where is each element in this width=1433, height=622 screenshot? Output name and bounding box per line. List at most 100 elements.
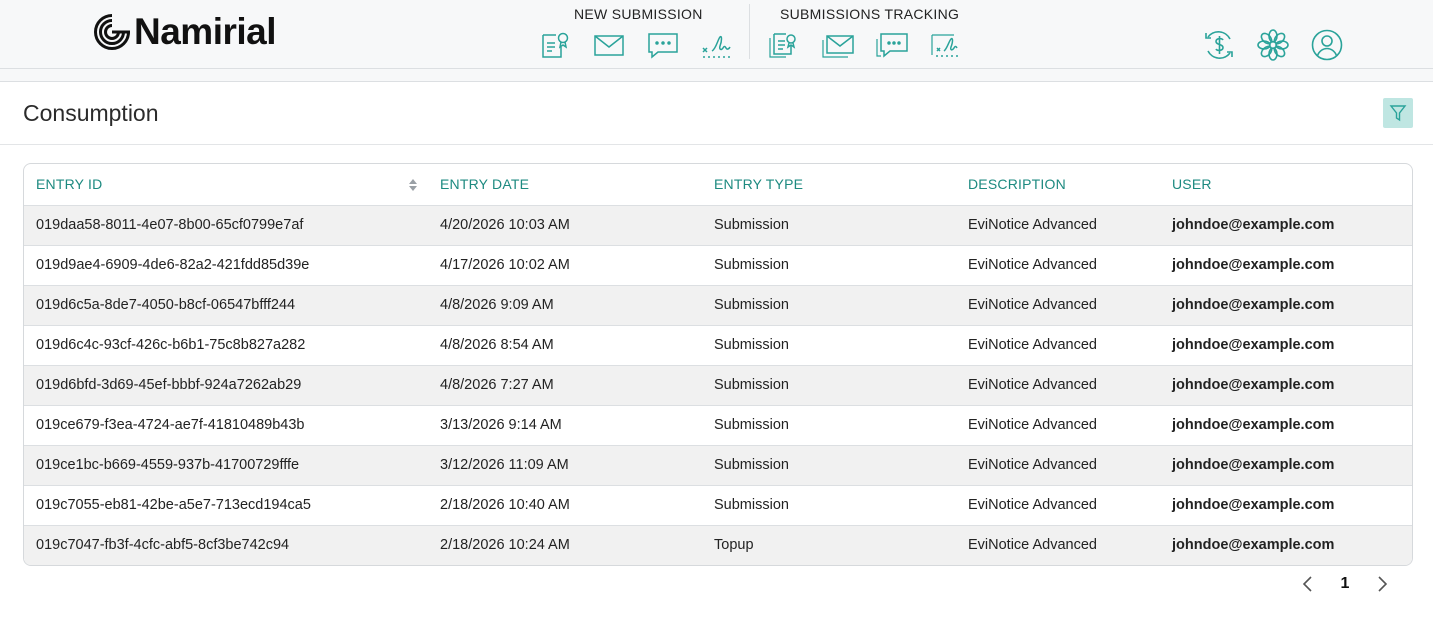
pagination: 1 [1296,572,1394,596]
cell-user: johndoe@example.com [1172,217,1335,233]
cell-description: EviNotice Advanced [968,297,1097,313]
column-header-entry-type[interactable]: ENTRY TYPE [702,164,956,205]
cell-entry-id: 019d6bfd-3d69-45ef-bbbf-924a7262ab29 [36,377,302,393]
cell-entry-id: 019c7047-fb3f-4cfc-abf5-8cf3be742c94 [36,537,290,554]
sms-chat-icon [648,33,678,59]
signature-tracking-icon [931,34,960,57]
billing-dollar-icon [1205,31,1233,59]
new-signature-submission-button[interactable] [700,28,734,62]
column-header-entry-id[interactable]: ENTRY ID [24,164,428,205]
cell-entry-type: Topup [714,537,754,554]
cell-description: EviNotice Advanced [968,337,1097,353]
chevron-left-icon [1302,576,1312,592]
top-navigation-bar: Namirial NEW SUBMISSION SUBMISSIONS TRAC… [0,0,1433,69]
cell-entry-type: Submission [714,217,789,233]
track-sms-submissions-button[interactable] [875,28,909,62]
cell-entry-date: 3/12/2026 11:09 AM [440,457,569,473]
cell-entry-type: Submission [714,257,789,273]
new-submission-group: NEW SUBMISSION [538,6,754,62]
cell-entry-id: 019d6c4c-93cf-426c-b6b1-75c8b827a282 [36,337,306,353]
brand-logo[interactable]: Namirial [94,11,277,52]
page-title: Consumption [23,100,159,126]
cell-user: johndoe@example.com [1172,417,1335,433]
track-form-submissions-button[interactable] [767,28,801,62]
table-row[interactable]: 019d6c4c-93cf-426c-b6b1-75c8b827a282 4/8… [24,325,1412,365]
cell-description: EviNotice Advanced [968,217,1097,233]
track-mail-submissions-button[interactable] [821,28,855,62]
chevron-right-icon [1378,576,1388,592]
cell-entry-date: 2/18/2026 10:24 AM [440,537,570,554]
cell-user: johndoe@example.com [1172,337,1335,353]
cell-entry-date: 4/20/2026 10:03 AM [440,217,570,233]
cell-user: johndoe@example.com [1172,457,1335,473]
sub-header-strip [0,69,1433,82]
table-header-row: ENTRY ID ENTRY DATE ENTRY TYPE DESCRIPTI… [24,164,1412,205]
header-actions [1201,27,1363,63]
cell-entry-type: Submission [714,337,789,353]
table-row[interactable]: 019d6bfd-3d69-45ef-bbbf-924a7262ab29 4/8… [24,365,1412,405]
cell-description: EviNotice Advanced [968,417,1097,433]
table-row[interactable]: 019d6c5a-8de7-4050-b8cf-06547bfff244 4/8… [24,285,1412,325]
cell-entry-id: 019d6c5a-8de7-4050-b8cf-06547bfff244 [36,297,296,313]
cell-user: johndoe@example.com [1172,257,1335,273]
cell-entry-date: 4/17/2026 10:02 AM [440,257,570,273]
user-account-button[interactable] [1309,27,1345,63]
cell-entry-id: 019c7055-eb81-42be-a5e7-713ecd194ca5 [36,497,311,513]
table-row[interactable]: 019c7047-fb3f-4cfc-abf5-8cf3be742c94 2/1… [24,525,1412,565]
cell-description: EviNotice Advanced [968,377,1097,393]
form-tracking-icon [769,33,796,58]
cell-description: EviNotice Advanced [968,257,1097,273]
cell-user: johndoe@example.com [1172,497,1335,513]
cell-entry-type: Submission [714,497,789,513]
cell-entry-type: Submission [714,297,789,313]
cell-entry-type: Submission [714,377,789,393]
cell-entry-date: 4/8/2026 7:27 AM [440,377,554,393]
table-row[interactable]: 019ce1bc-b669-4559-937b-41700729fffe 3/1… [24,445,1412,485]
title-divider [0,144,1433,145]
cell-entry-type: Submission [714,457,789,473]
cell-entry-date: 3/13/2026 9:14 AM [440,417,562,433]
nav-divider [749,4,750,59]
cell-entry-date: 4/8/2026 8:54 AM [440,337,554,353]
table-row[interactable]: 019c7055-eb81-42be-a5e7-713ecd194ca5 2/1… [24,485,1412,525]
cell-user: johndoe@example.com [1172,297,1335,313]
consumption-table: ENTRY ID ENTRY DATE ENTRY TYPE DESCRIPTI… [23,163,1413,566]
column-header-user[interactable]: USER [1160,164,1412,205]
settings-flower-icon [1257,29,1289,61]
cell-entry-date: 4/8/2026 9:09 AM [440,297,554,313]
billing-button[interactable] [1201,27,1237,63]
new-sms-submission-button[interactable] [646,28,680,62]
filter-button[interactable] [1383,98,1413,128]
sms-tracking-icon [876,33,908,58]
sort-icon[interactable] [408,177,418,193]
cell-entry-id: 019ce679-f3ea-4724-ae7f-41810489b43b [36,417,305,433]
cell-entry-id: 019daa58-8011-4e07-8b00-65cf0799e7af [36,217,304,233]
submissions-tracking-title: SUBMISSIONS TRACKING [780,6,960,22]
next-page-button[interactable] [1370,572,1394,596]
track-signature-submissions-button[interactable] [929,28,963,62]
brand-name: Namirial [134,11,277,52]
cell-entry-id: 019ce1bc-b669-4559-937b-41700729fffe [36,457,300,473]
table-row[interactable]: 019d9ae4-6909-4de6-82a2-421fdd85d39e 4/1… [24,245,1412,285]
column-header-description[interactable]: DESCRIPTION [956,164,1160,205]
new-submission-title: NEW SUBMISSION [574,6,703,22]
table-row[interactable]: 019daa58-8011-4e07-8b00-65cf0799e7af 4/2… [24,205,1412,245]
new-form-submission-button[interactable] [538,28,572,62]
cell-entry-type: Submission [714,417,789,433]
signature-icon [702,35,731,58]
column-header-entry-date[interactable]: ENTRY DATE [428,164,702,205]
mail-icon [594,35,624,56]
previous-page-button[interactable] [1296,572,1320,596]
form-icon [542,32,569,58]
table-row[interactable]: 019ce679-f3ea-4724-ae7f-41810489b43b 3/1… [24,405,1412,445]
mail-tracking-icon [822,35,854,58]
cell-description: EviNotice Advanced [968,497,1097,513]
current-page-number[interactable]: 1 [1328,575,1362,593]
settings-button[interactable] [1255,27,1291,63]
new-mail-submission-button[interactable] [592,28,626,62]
user-account-icon [1311,29,1343,61]
submissions-tracking-group: SUBMISSIONS TRACKING [767,6,983,62]
cell-user: johndoe@example.com [1172,537,1335,554]
cell-description: EviNotice Advanced [968,457,1097,473]
cell-entry-id: 019d9ae4-6909-4de6-82a2-421fdd85d39e [36,257,310,273]
